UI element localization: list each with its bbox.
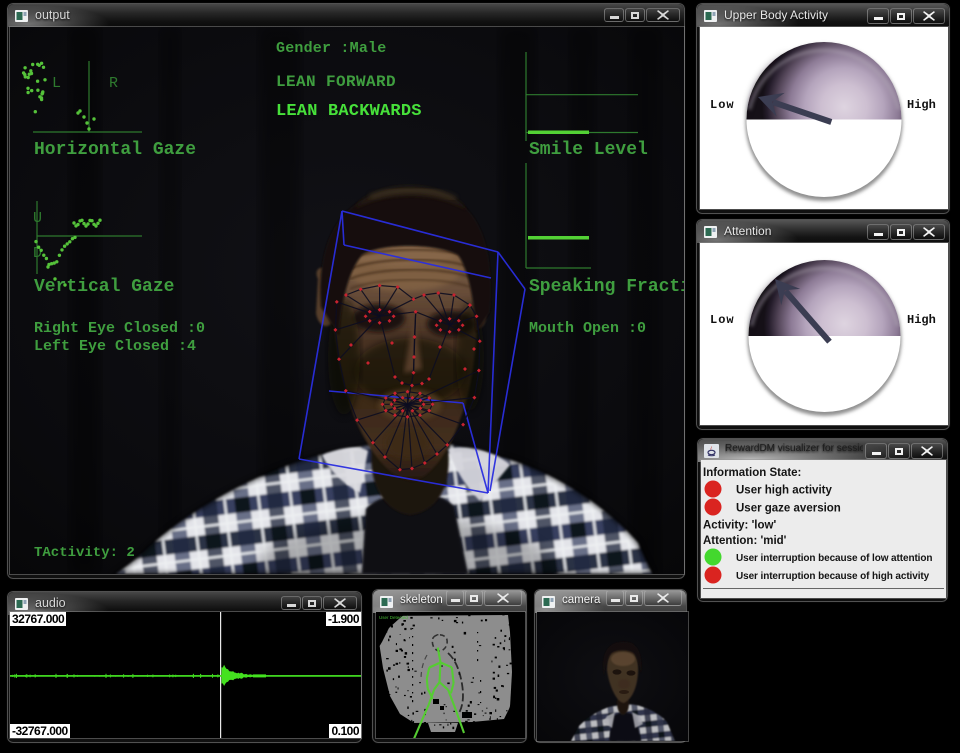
svg-text:Information State:: Information State: bbox=[703, 467, 801, 479]
svg-text:User Detected: User Detected bbox=[379, 615, 408, 620]
svg-text:LEAN FORWARD: LEAN FORWARD bbox=[276, 73, 396, 91]
svg-text:Horizontal Gaze: Horizontal Gaze bbox=[34, 140, 196, 160]
svg-text:User gaze aversion: User gaze aversion bbox=[736, 503, 841, 515]
svg-text:High: High bbox=[907, 98, 936, 112]
svg-text:TActivity: 2: TActivity: 2 bbox=[34, 545, 135, 561]
svg-text:Left Eye Closed :4: Left Eye Closed :4 bbox=[34, 338, 196, 355]
svg-text:User interruption because of h: User interruption because of high activi… bbox=[736, 571, 930, 582]
svg-text:High: High bbox=[907, 313, 936, 327]
svg-text:Vertical Gaze: Vertical Gaze bbox=[34, 277, 174, 297]
svg-text:Attention: 'mid': Attention: 'mid' bbox=[703, 535, 787, 547]
svg-text:L: L bbox=[52, 75, 61, 92]
svg-text:Activity: 'low': Activity: 'low' bbox=[703, 520, 776, 532]
svg-text:R: R bbox=[109, 75, 118, 92]
svg-text:Low: Low bbox=[710, 313, 735, 327]
svg-text:User high activity: User high activity bbox=[736, 485, 832, 497]
svg-text:Smile Level: Smile Level bbox=[529, 140, 648, 160]
svg-text:Low: Low bbox=[710, 98, 735, 112]
svg-text:Speaking Fracti: Speaking Fracti bbox=[529, 277, 684, 297]
svg-text:User interruption because of l: User interruption because of low attenti… bbox=[736, 553, 932, 564]
svg-text:LEAN BACKWARDS: LEAN BACKWARDS bbox=[276, 102, 422, 121]
svg-text:U: U bbox=[33, 210, 42, 227]
svg-text:Right Eye Closed :0: Right Eye Closed :0 bbox=[34, 320, 205, 337]
svg-text:Gender :Male: Gender :Male bbox=[276, 40, 386, 57]
svg-text:Mouth Open :0: Mouth Open :0 bbox=[529, 320, 646, 337]
